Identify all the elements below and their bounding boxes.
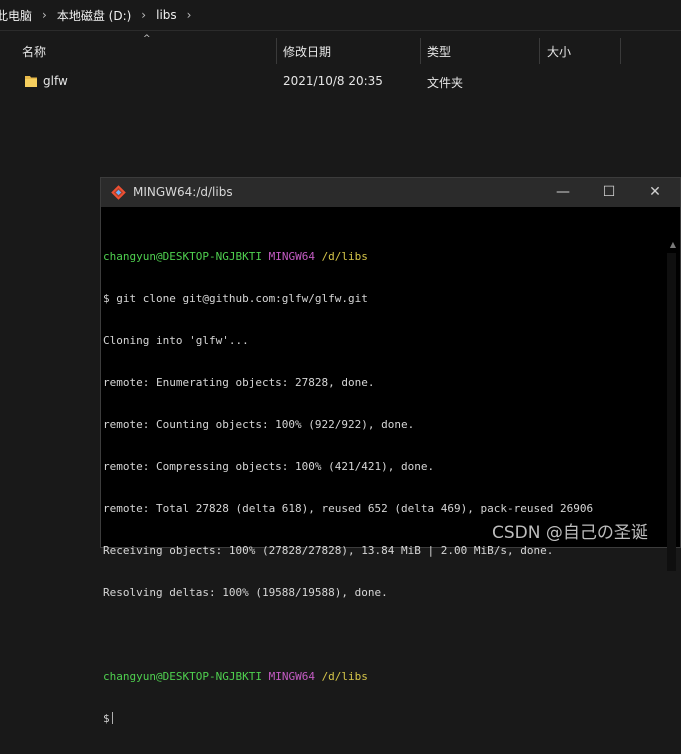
- prompt-user: changyun@DESKTOP-NGJBKTI: [103, 250, 262, 263]
- column-divider[interactable]: [620, 38, 621, 64]
- breadcrumb-separator-icon[interactable]: ›: [141, 8, 146, 22]
- sort-ascending-icon: ^: [143, 34, 151, 44]
- prompt-line: changyun@DESKTOP-NGJBKTI MINGW64 /d/libs: [103, 670, 663, 684]
- file-row-glfw[interactable]: glfw 2021/10/8 20:35 文件夹: [0, 70, 681, 94]
- maximize-button[interactable]: ☐: [586, 178, 632, 207]
- column-divider[interactable]: [539, 38, 540, 64]
- prompt-path: /d/libs: [321, 250, 368, 263]
- terminal-output[interactable]: changyun@DESKTOP-NGJBKTI MINGW64 /d/libs…: [103, 222, 663, 754]
- breadcrumb-drive-d[interactable]: 本地磁盘 (D:): [57, 7, 131, 24]
- folder-icon: [25, 76, 37, 87]
- file-type: 文件夹: [427, 76, 464, 90]
- breadcrumb-separator-icon[interactable]: ›: [42, 8, 47, 22]
- column-header-name[interactable]: 名称: [22, 38, 46, 64]
- output-line: remote: Counting objects: 100% (922/922)…: [103, 418, 415, 431]
- input-prompt: $: [103, 712, 110, 725]
- breadcrumb-libs[interactable]: libs: [156, 8, 177, 22]
- column-divider[interactable]: [420, 38, 421, 64]
- input-line[interactable]: $: [103, 712, 663, 726]
- terminal-titlebar[interactable]: MINGW64:/d/libs — ☐ ✕: [101, 178, 680, 207]
- output-line: Receiving objects: 100% (27828/27828), 1…: [103, 544, 554, 557]
- terminal-scrollbar[interactable]: ▲: [663, 207, 680, 571]
- minimize-button[interactable]: —: [540, 178, 586, 207]
- terminal-title: MINGW64:/d/libs: [133, 185, 233, 199]
- breadcrumb-separator-icon[interactable]: ›: [187, 8, 192, 22]
- column-header-modified[interactable]: 修改日期: [283, 38, 331, 64]
- scroll-up-icon[interactable]: ▲: [670, 240, 676, 249]
- breadcrumb-this-pc[interactable]: 此电脑: [0, 7, 32, 24]
- scroll-thumb[interactable]: [667, 253, 676, 571]
- command-line: $ git clone git@github.com:glfw/glfw.git: [103, 292, 368, 305]
- column-divider[interactable]: [276, 38, 277, 64]
- breadcrumb[interactable]: 此电脑 › 本地磁盘 (D:) › libs ›: [0, 0, 681, 31]
- prompt-path: /d/libs: [321, 670, 368, 683]
- file-modified: 2021/10/8 20:35: [283, 74, 383, 88]
- prompt-user: changyun@DESKTOP-NGJBKTI: [103, 670, 262, 683]
- git-icon: [111, 185, 126, 200]
- watermark: CSDN @自己の圣诞: [492, 523, 648, 543]
- column-header-type[interactable]: 类型: [427, 38, 451, 64]
- file-name[interactable]: glfw: [43, 74, 68, 88]
- output-line: Cloning into 'glfw'...: [103, 334, 249, 347]
- output-line: remote: Compressing objects: 100% (421/4…: [103, 460, 435, 473]
- text-cursor: [111, 712, 113, 724]
- column-header-size[interactable]: 大小: [547, 38, 571, 64]
- output-line: Resolving deltas: 100% (19588/19588), do…: [103, 586, 388, 599]
- prompt-env: MINGW64: [268, 250, 315, 263]
- prompt-line: changyun@DESKTOP-NGJBKTI MINGW64 /d/libs: [103, 250, 663, 264]
- prompt-env: MINGW64: [268, 670, 315, 683]
- close-button[interactable]: ✕: [632, 178, 678, 207]
- output-line: remote: Enumerating objects: 27828, done…: [103, 376, 375, 389]
- output-line: remote: Total 27828 (delta 618), reused …: [103, 502, 594, 515]
- terminal-window[interactable]: MINGW64:/d/libs — ☐ ✕ ▲ changyun@DESKTOP…: [100, 177, 681, 725]
